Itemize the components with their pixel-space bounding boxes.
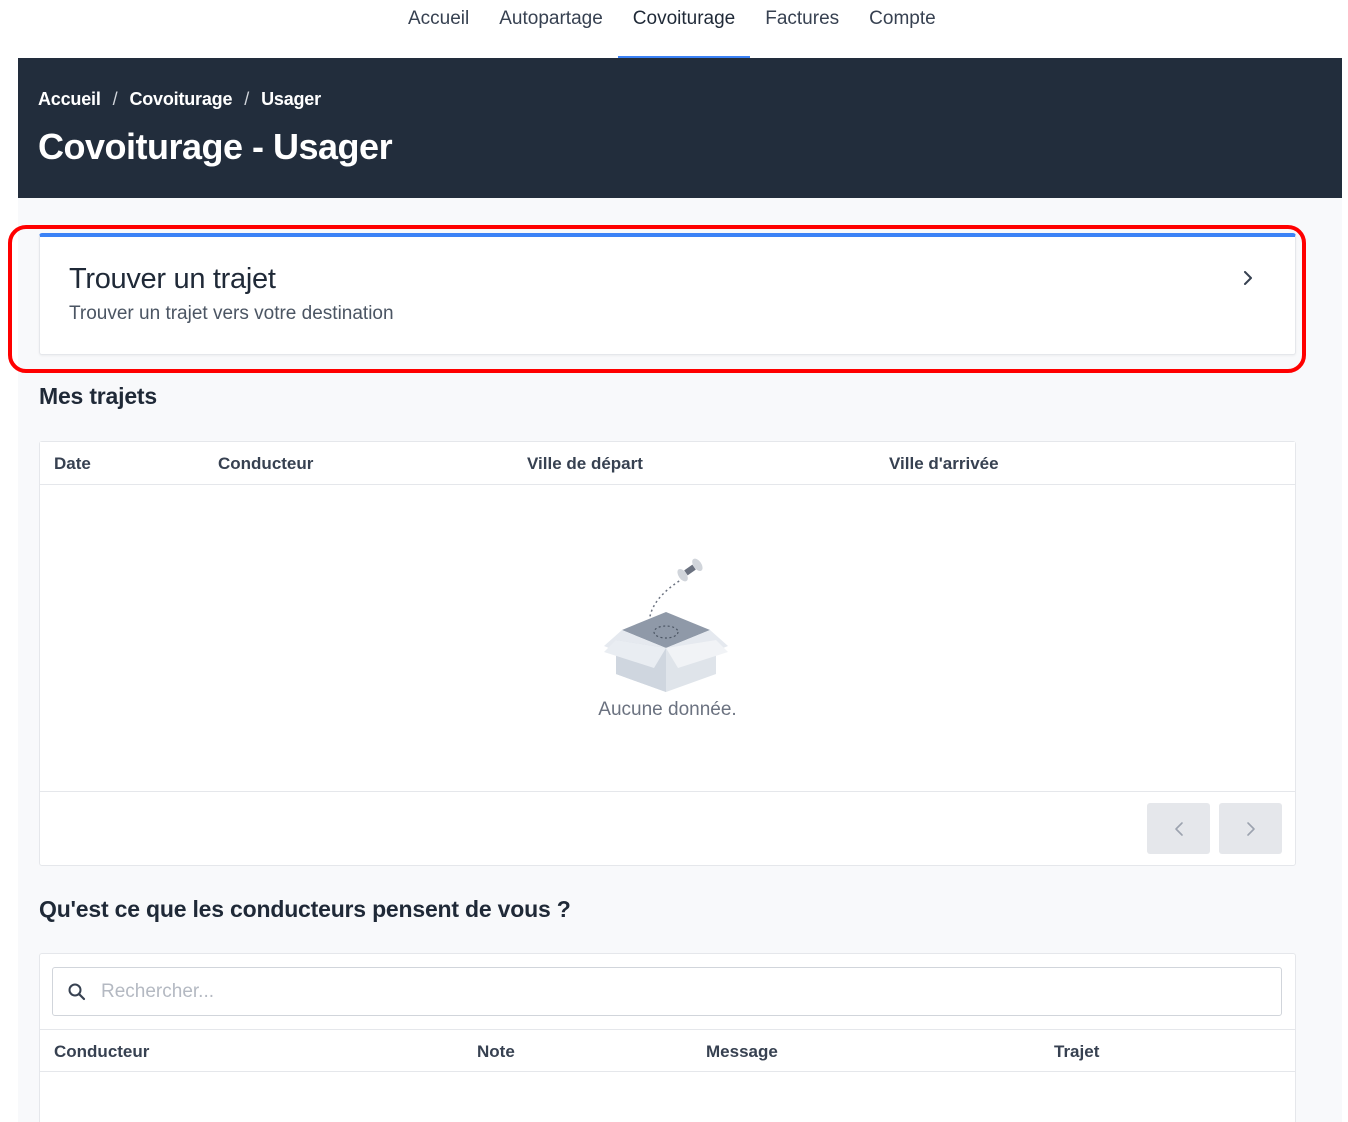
column-date[interactable]: Date [54,454,91,474]
chevron-left-icon [1174,821,1183,836]
chevron-right-icon [1244,271,1252,285]
breadcrumb-usager: Usager [261,89,321,109]
nav-item-compte[interactable]: Compte [854,0,951,58]
find-trip-subtitle: Trouver un trajet vers votre destination [69,303,394,324]
empty-message: Aucune donnée. [598,699,737,720]
nav-item-factures[interactable]: Factures [750,0,854,58]
pagination [40,791,1295,866]
find-trip-title: Trouver un trajet [69,263,276,295]
column-trajet[interactable]: Trajet [1054,1042,1099,1062]
breadcrumb-separator: / [112,89,118,109]
my-trips-table: Date Conducteur Ville de départ Ville d'… [39,441,1296,866]
table-header: Date Conducteur Ville de départ Ville d'… [40,442,1295,485]
next-page-button[interactable] [1219,803,1282,854]
empty-box-icon [604,558,728,692]
chevron-right-icon [1246,821,1255,836]
nav-item-accueil[interactable]: Accueil [393,0,484,58]
page-title: Covoiturage - Usager [38,126,393,167]
breadcrumb: Accueil / Covoiturage / Usager [38,89,321,110]
breadcrumb-separator: / [244,89,250,109]
search-icon [68,983,86,1001]
nav-item-autopartage[interactable]: Autopartage [484,0,618,58]
breadcrumb-covoiturage[interactable]: Covoiturage [129,89,232,110]
find-trip-card[interactable]: Trouver un trajet Trouver un trajet vers… [39,233,1296,355]
page-header: Accueil / Covoiturage / Usager Covoitura… [18,58,1342,198]
column-conducteur[interactable]: Conducteur [218,454,313,474]
nav-item-covoiturage[interactable]: Covoiturage [617,0,751,58]
reviews-table: Conducteur Note Message Trajet [39,953,1296,1122]
my-trips-title: Mes trajets [39,383,157,409]
column-note[interactable]: Note [477,1042,515,1062]
nav-items: Accueil Autopartage Covoiturage Factures… [393,0,951,58]
search-input[interactable] [101,968,1271,1015]
column-ville-depart[interactable]: Ville de départ [527,454,643,474]
search-field[interactable] [52,967,1282,1016]
table-header: Conducteur Note Message Trajet [40,1029,1295,1072]
column-message[interactable]: Message [706,1042,778,1062]
previous-page-button[interactable] [1147,803,1210,854]
column-ville-arrivee[interactable]: Ville d'arrivée [889,454,999,474]
column-conducteur[interactable]: Conducteur [54,1042,149,1062]
reviews-title: Qu'est ce que les conducteurs pensent de… [39,896,571,922]
breadcrumb-accueil[interactable]: Accueil [38,89,101,110]
empty-state: Aucune donnée. [40,486,1295,792]
top-navigation: Accueil Autopartage Covoiturage Factures… [0,0,1348,58]
